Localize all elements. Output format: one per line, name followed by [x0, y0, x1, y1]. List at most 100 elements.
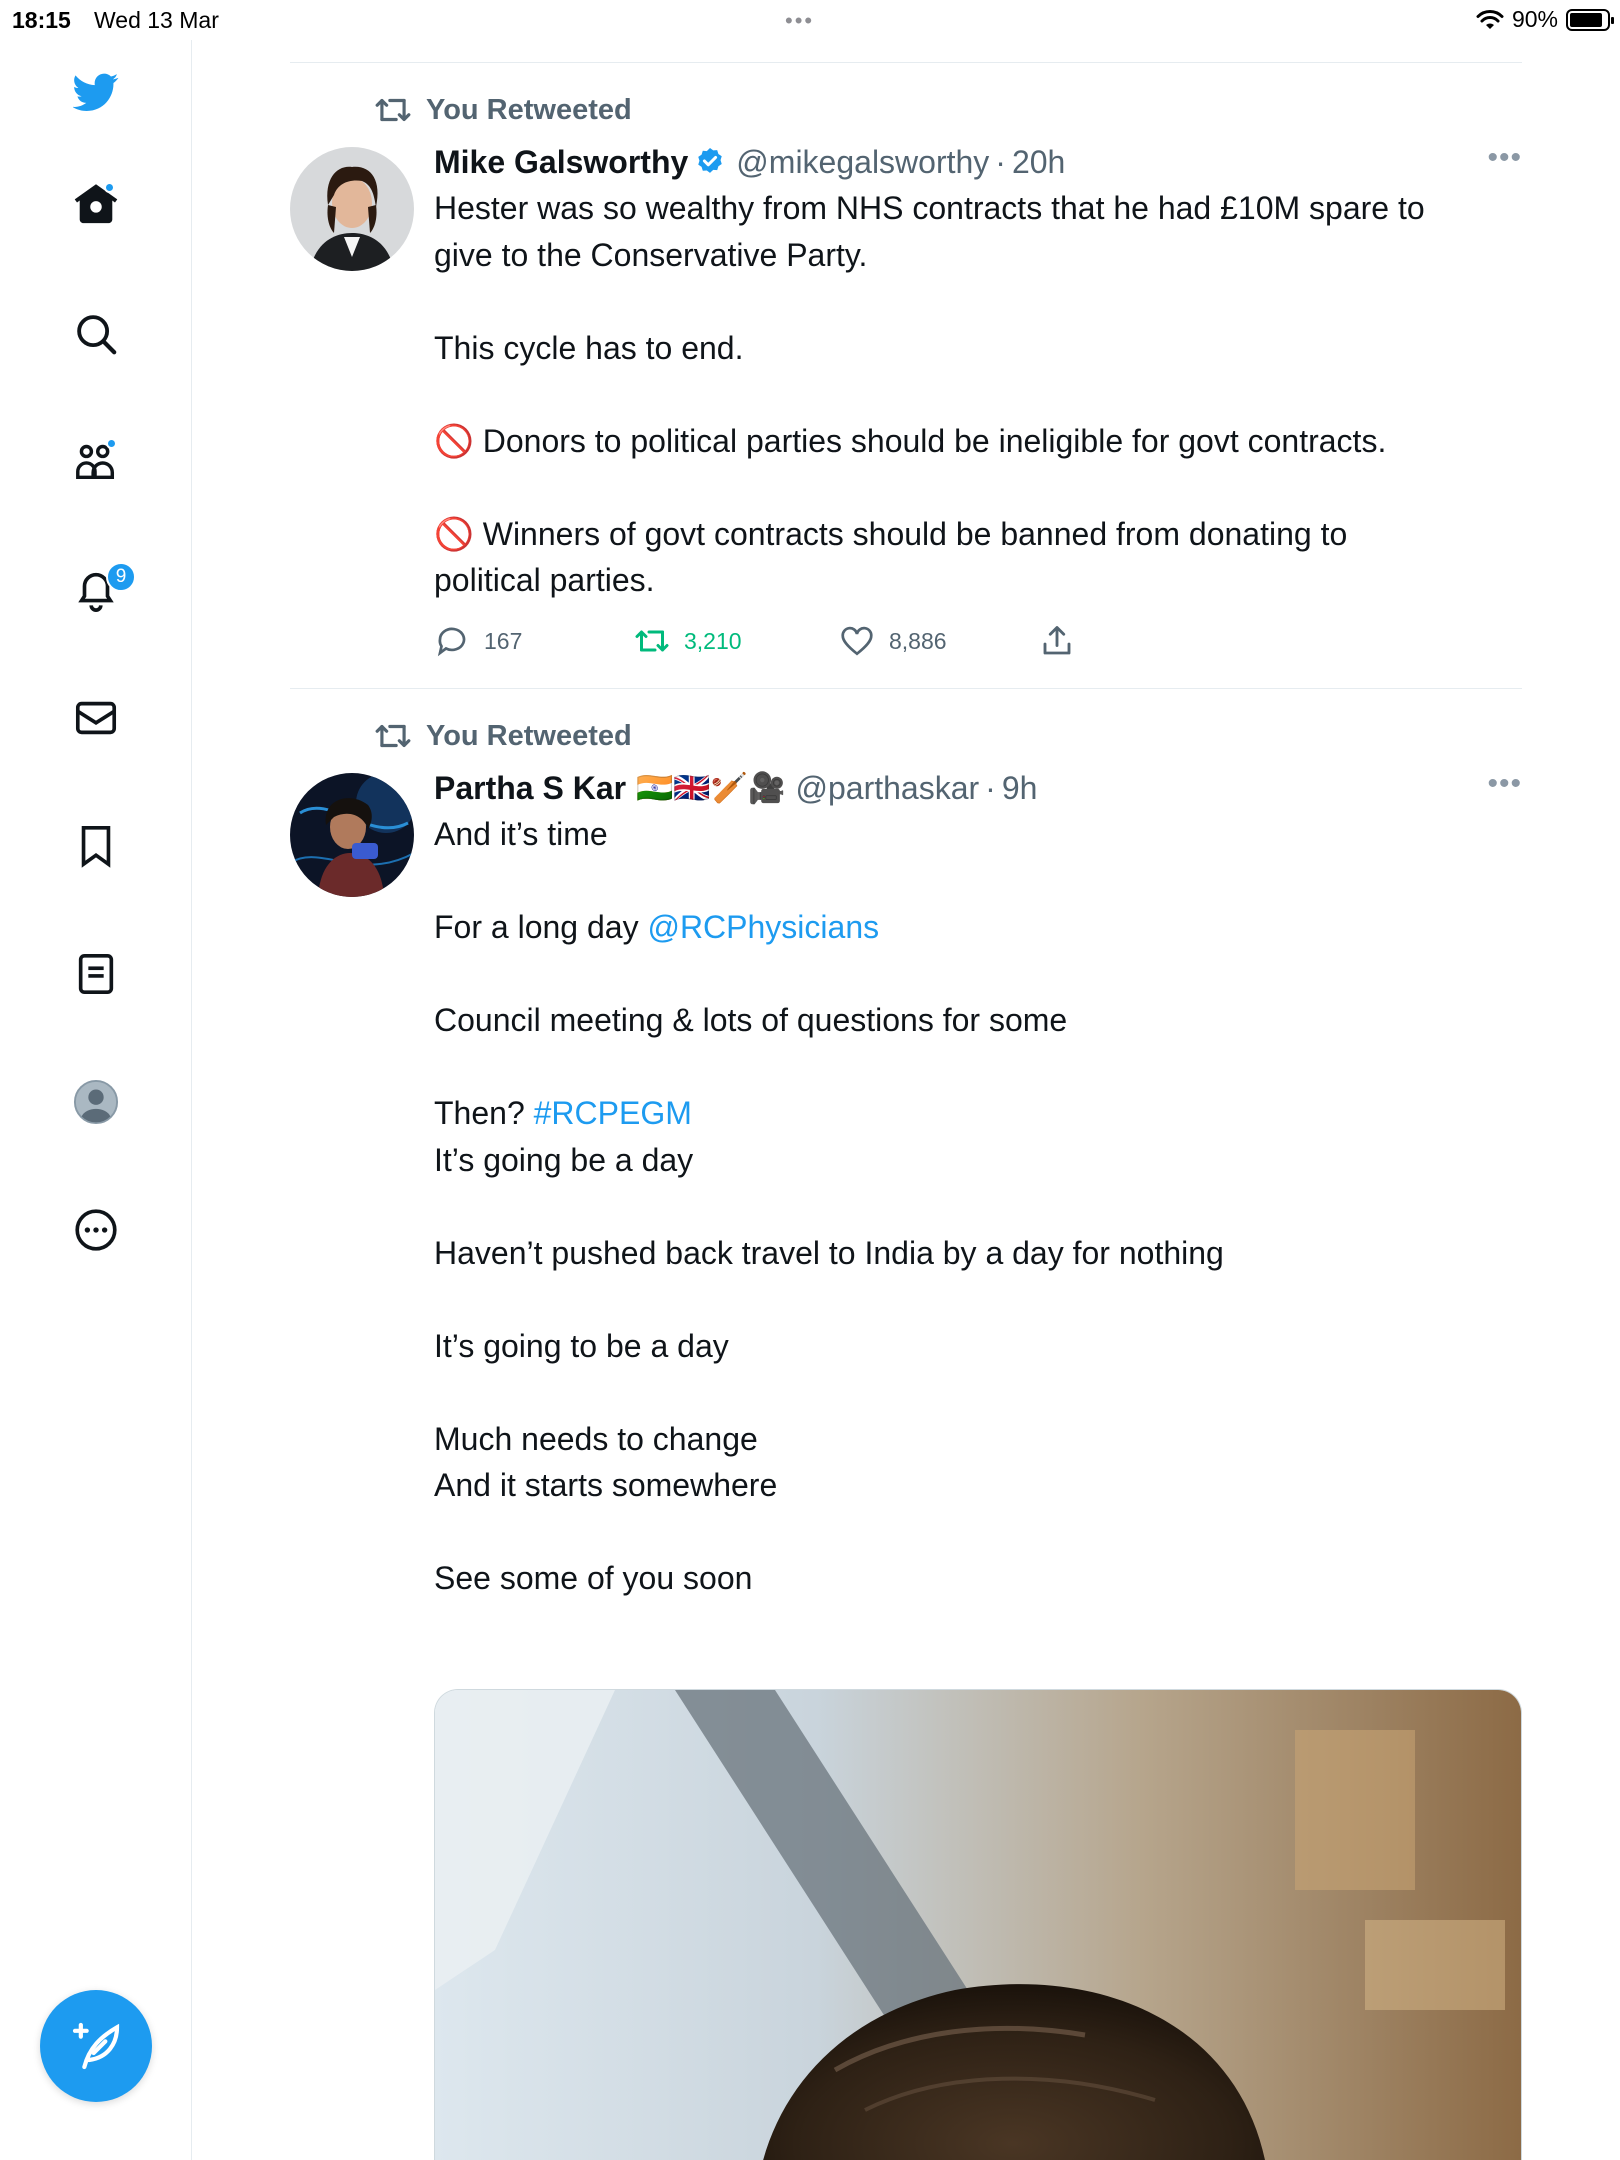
tweet-line: give to the Conservative Party. — [434, 236, 868, 273]
mention-link[interactable]: @RCPhysicians — [647, 909, 879, 945]
tweet-line-break — [434, 1183, 1522, 1230]
verified-badge-icon — [698, 148, 723, 173]
nav-notifications[interactable]: 9 — [66, 560, 136, 620]
retweet-label: You Retweeted — [426, 719, 632, 752]
tweet-time[interactable]: 9h — [1002, 770, 1038, 807]
tweet-media-photo[interactable] — [434, 1689, 1522, 2160]
nav-search[interactable] — [66, 304, 126, 364]
retweet-context: You Retweeted — [374, 91, 632, 129]
retweet-button[interactable]: 3,210 — [634, 623, 839, 659]
retweet-label: You Retweeted — [426, 93, 632, 126]
more-circle-icon — [75, 1209, 117, 1251]
reply-button[interactable]: 167 — [434, 623, 634, 659]
tweet-line: political parties. — [434, 562, 655, 598]
share-icon — [1043, 626, 1071, 655]
tweet-line: And it’s time — [434, 816, 608, 852]
author-name[interactable]: Mike Galsworthy — [434, 144, 688, 181]
nav-lists[interactable] — [66, 944, 126, 1004]
bookmark-icon — [81, 825, 111, 868]
search-icon — [77, 315, 117, 355]
tweet-line-break — [434, 371, 1522, 418]
tweet-line-break — [434, 858, 1522, 905]
tweet-line-break — [434, 1044, 1522, 1091]
nav-more[interactable] — [66, 1200, 126, 1260]
battery-percent: 90% — [1511, 6, 1558, 32]
retweet-icon — [375, 724, 411, 748]
tweet-line-text: For a long day — [434, 909, 648, 945]
tweet-line: It’s going be a day — [434, 1141, 694, 1178]
tweet-line: Then? #RCPEGM — [434, 1090, 1522, 1137]
tweet-line-break — [434, 278, 1522, 325]
tweet-content: Mike Galsworthy @mikegalsworthy · 20h ••… — [434, 139, 1522, 604]
tweet-line: Hester was so wealthy from NHS contracts… — [434, 190, 1425, 226]
sidebar: 9 — [0, 40, 192, 2160]
heart-icon — [841, 626, 873, 656]
tweet-line: See some of you soon — [434, 1560, 753, 1596]
status-date: Wed 13 Mar — [94, 7, 219, 33]
profile-icon — [73, 1079, 119, 1125]
status-indicators: 90% — [1476, 6, 1614, 33]
status-time: 18:15 — [12, 7, 71, 33]
nav-profile[interactable] — [66, 1072, 126, 1132]
tweet-line: Haven’t pushed back travel to India by a… — [434, 1234, 1224, 1271]
battery-icon — [1566, 8, 1614, 31]
avatar[interactable] — [290, 773, 414, 897]
reply-icon — [437, 627, 466, 657]
compose-tweet-button[interactable] — [40, 1990, 152, 2102]
multitasking-dots[interactable]: ••• — [785, 8, 814, 34]
twitter-bird-icon — [73, 73, 119, 111]
retweet-count: 3,210 — [684, 627, 742, 654]
avatar[interactable] — [290, 147, 414, 271]
tweet-line: 🚫 Winners of govt contracts should be ba… — [434, 515, 1348, 552]
tweet[interactable]: You Retweeted Mike Galsworthy @mikegalsw… — [290, 63, 1522, 688]
status-bar: 18:15 Wed 13 Mar ••• 90% — [0, 0, 1620, 40]
tweet-actions: 167 3,210 8,886 — [434, 623, 1075, 659]
tweet-line-break — [434, 951, 1522, 998]
separator-dot: · — [995, 143, 1006, 180]
compose-tweet-icon — [72, 2022, 120, 2070]
like-count: 8,886 — [889, 627, 947, 654]
tweet-line-break — [434, 1509, 1522, 1556]
tweet-header: Partha S Kar 🇮🇳🇬🇧🏏🎥 @parthaskar · 9h — [434, 765, 1522, 811]
list-icon — [78, 953, 114, 995]
tweet-line: Much needs to change — [434, 1420, 758, 1457]
tweet-more-button[interactable]: ••• — [1487, 141, 1522, 175]
tweet-line: And it starts somewhere — [434, 1467, 778, 1503]
tweet-line-break — [434, 1276, 1522, 1323]
author-name[interactable]: Partha S Kar — [434, 770, 626, 807]
tweet-text: And it’s time For a long day @RCPhysicia… — [434, 811, 1522, 1602]
tweet-line-text: Then? — [434, 1095, 534, 1131]
tweet-line: Council meeting & lots of questions for … — [434, 1002, 1068, 1038]
separator-dot: · — [985, 769, 996, 806]
wifi-icon — [1476, 9, 1504, 29]
communities-unread-dot — [106, 438, 117, 449]
author-handle[interactable]: @parthaskar — [796, 770, 980, 807]
tweet-line-break — [434, 1369, 1522, 1416]
author-name-emoji: 🇮🇳🇬🇧🏏🎥 — [636, 770, 786, 806]
home-unread-dot — [104, 182, 115, 193]
nav-messages[interactable] — [66, 688, 126, 748]
tweet-line: 🚫 Donors to political parties should be … — [434, 422, 1387, 459]
tweet-time[interactable]: 20h — [1012, 144, 1065, 181]
nav-home[interactable] — [66, 174, 126, 234]
tweet-line: This cycle has to end. — [434, 329, 744, 366]
timeline: You Retweeted Mike Galsworthy @mikegalsw… — [290, 62, 1522, 2160]
tweet-photo — [435, 1690, 1521, 2160]
nav-bookmarks[interactable] — [66, 816, 126, 876]
hashtag-link[interactable]: #RCPEGM — [534, 1095, 692, 1131]
avatar-photo — [290, 147, 414, 271]
author-handle[interactable]: @mikegalsworthy — [736, 144, 989, 181]
tweet-text: Hester was so wealthy from NHS contracts… — [434, 185, 1522, 604]
avatar-photo — [290, 773, 414, 897]
like-button[interactable]: 8,886 — [839, 623, 1039, 659]
tweet-line-break — [434, 464, 1522, 511]
share-button[interactable] — [1039, 623, 1075, 659]
nav-communities[interactable] — [66, 432, 126, 492]
reply-count: 167 — [484, 627, 523, 654]
tweet[interactable]: You Retweeted Partha S Kar 🇮🇳🇬🇧🏏🎥 @parth… — [290, 689, 1522, 2160]
mail-icon — [75, 701, 117, 735]
tweet-more-button[interactable]: ••• — [1487, 767, 1522, 801]
twitter-logo[interactable] — [66, 62, 126, 122]
retweet-context: You Retweeted — [374, 717, 632, 755]
retweet-active-icon — [635, 630, 669, 652]
